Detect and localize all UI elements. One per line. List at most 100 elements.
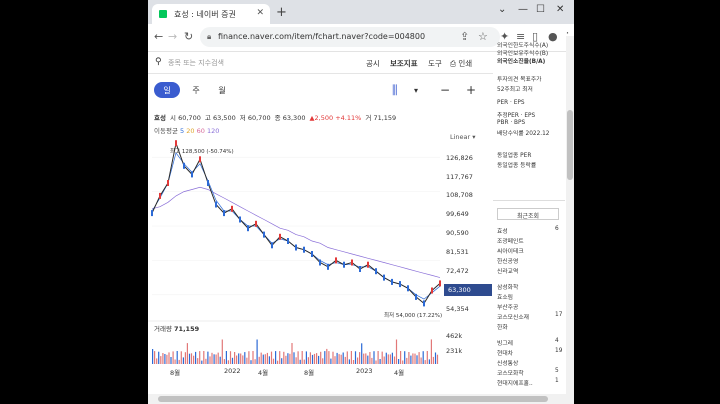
volume-bar — [262, 354, 264, 364]
address-bar[interactable]: 🔒︎ finance.naver.com/item/fchart.naver?c… — [200, 27, 500, 47]
volume-bar — [258, 356, 260, 364]
volume-bar — [311, 354, 314, 364]
recent-stock-link[interactable]: 부산주공 — [497, 302, 518, 311]
volume-bar — [299, 359, 301, 364]
candle-mark — [407, 285, 409, 292]
recent-stock-link[interactable]: 씨아이테크 — [497, 246, 524, 255]
volume-bar — [195, 351, 197, 364]
candle-mark — [255, 220, 257, 227]
candle-mark — [151, 210, 153, 217]
recent-stock-link[interactable]: 현대차 — [497, 348, 513, 357]
recent-stock-link[interactable]: 삼성화학 — [497, 282, 518, 291]
volume-bar — [254, 359, 256, 364]
period-month-button[interactable]: 월 — [214, 82, 230, 98]
volume-bar — [279, 351, 281, 364]
x-tick-label: 4월 — [394, 369, 405, 377]
candle-mark — [311, 251, 313, 257]
recent-stock-link[interactable]: 현대지에프홀.. — [497, 378, 533, 387]
volume-bar — [289, 353, 291, 364]
volume-bar — [215, 354, 217, 364]
volume-bar — [383, 356, 385, 364]
recent-views-tab[interactable]: 최근조회 — [497, 208, 559, 220]
volume-bar — [197, 358, 199, 364]
volume-bar — [350, 351, 352, 364]
ma-5[interactable]: 5 — [180, 127, 184, 135]
volume-bar — [211, 352, 213, 364]
candle-mark — [167, 180, 169, 186]
recent-stock-link[interactable]: 효소림 — [497, 292, 513, 301]
volume-bar — [207, 351, 209, 364]
back-icon[interactable]: ← — [154, 30, 163, 43]
volume-bar — [330, 358, 332, 364]
vertical-scrollbar-thumb[interactable] — [567, 110, 573, 180]
vertical-scrollbar[interactable] — [566, 36, 574, 404]
volume-bar — [359, 352, 361, 364]
tab-search-icon[interactable]: ⌄ — [498, 4, 506, 15]
volume-bar — [430, 339, 432, 364]
close-window-icon[interactable]: ✕ — [556, 4, 564, 15]
ma-label: 이동평균 — [154, 127, 178, 135]
reload-icon[interactable]: ↻ — [184, 30, 193, 43]
recent-stock-link[interactable]: 신성통상 — [497, 358, 518, 367]
volume-bar — [203, 351, 205, 364]
close-tab-icon[interactable]: ✕ — [256, 8, 264, 18]
recent-stock-link[interactable]: 조광페인트 — [497, 236, 524, 245]
price-chart[interactable] — [148, 140, 493, 395]
volume-bar — [246, 357, 248, 364]
volume-bar — [256, 339, 258, 364]
period-day-button[interactable]: 일 — [154, 82, 180, 98]
volume-bar — [291, 343, 293, 364]
indicator-link[interactable]: 보조지표 — [390, 58, 418, 69]
sidebar-divider — [493, 200, 565, 201]
candle-mark — [223, 210, 225, 217]
ma-60[interactable]: 60 — [197, 127, 205, 135]
tools-link[interactable]: 도구 — [428, 58, 442, 69]
volume-bar — [424, 360, 426, 364]
print-link[interactable]: ⎙ 인쇄 — [450, 58, 472, 69]
minimize-icon[interactable]: — — [518, 4, 528, 15]
candle-mark — [207, 180, 209, 186]
ma-120[interactable]: 120 — [207, 127, 219, 135]
volume-bar — [152, 349, 154, 364]
candle-mark — [271, 242, 273, 249]
candle-mark — [367, 261, 369, 268]
volume-bar — [361, 343, 363, 364]
candle-mark — [375, 268, 377, 275]
recent-stock-link[interactable]: 코스모화학 — [497, 368, 524, 377]
y-tick-label: 108,708 — [446, 191, 473, 199]
recent-stock-link[interactable]: 한화 — [497, 322, 508, 331]
disclosure-link[interactable]: 공시 — [366, 58, 380, 69]
forward-icon[interactable]: → — [168, 30, 177, 43]
url-text: finance.naver.com/item/fchart.naver?code… — [218, 32, 426, 41]
volume-bar — [244, 352, 246, 364]
chart-type-dropdown-icon[interactable]: ▾ — [414, 86, 418, 95]
volume-bar — [229, 351, 232, 364]
volume-bar — [354, 351, 357, 364]
volume-bar — [422, 351, 424, 364]
zoom-out-icon[interactable]: − — [440, 83, 450, 97]
recent-stock-link[interactable]: 빙그레 — [497, 338, 513, 347]
volume-bar — [158, 351, 160, 364]
recent-stock-link[interactable]: 코스모신소재 — [497, 312, 529, 321]
volume-bar — [186, 343, 188, 364]
zoom-in-icon[interactable]: + — [466, 83, 476, 97]
price-summary: 효성 시 60,700 고 63,500 저 60,700 종 63,300 ▲… — [154, 112, 398, 122]
search-icon[interactable]: ⚲ — [155, 57, 162, 67]
candle-chart-icon[interactable]: ⫼ — [392, 83, 398, 98]
period-week-button[interactable]: 주 — [188, 82, 204, 98]
volume-bar — [400, 351, 402, 364]
recent-stock-link[interactable]: 효성 — [497, 226, 508, 235]
volume-bar — [426, 351, 428, 364]
volume-bar — [184, 352, 186, 364]
candle-mark — [263, 231, 265, 238]
recent-stock-link[interactable]: 신라교역 — [497, 266, 518, 275]
bookmark-star-icon[interactable]: ☆ — [478, 30, 488, 43]
stock-search-input[interactable]: 종목 또는 지수검색 — [168, 58, 224, 68]
new-tab-icon[interactable]: + — [276, 5, 287, 20]
share-icon[interactable]: ⇪ — [460, 30, 469, 43]
horizontal-scrollbar-thumb[interactable] — [158, 396, 548, 402]
recent-stock-link[interactable]: 한신공영 — [497, 256, 518, 265]
maximize-icon[interactable]: ☐ — [536, 4, 545, 15]
ma-20[interactable]: 20 — [186, 127, 194, 135]
browser-tab[interactable]: 효성 : 네이버 증권 ✕ — [152, 4, 270, 24]
